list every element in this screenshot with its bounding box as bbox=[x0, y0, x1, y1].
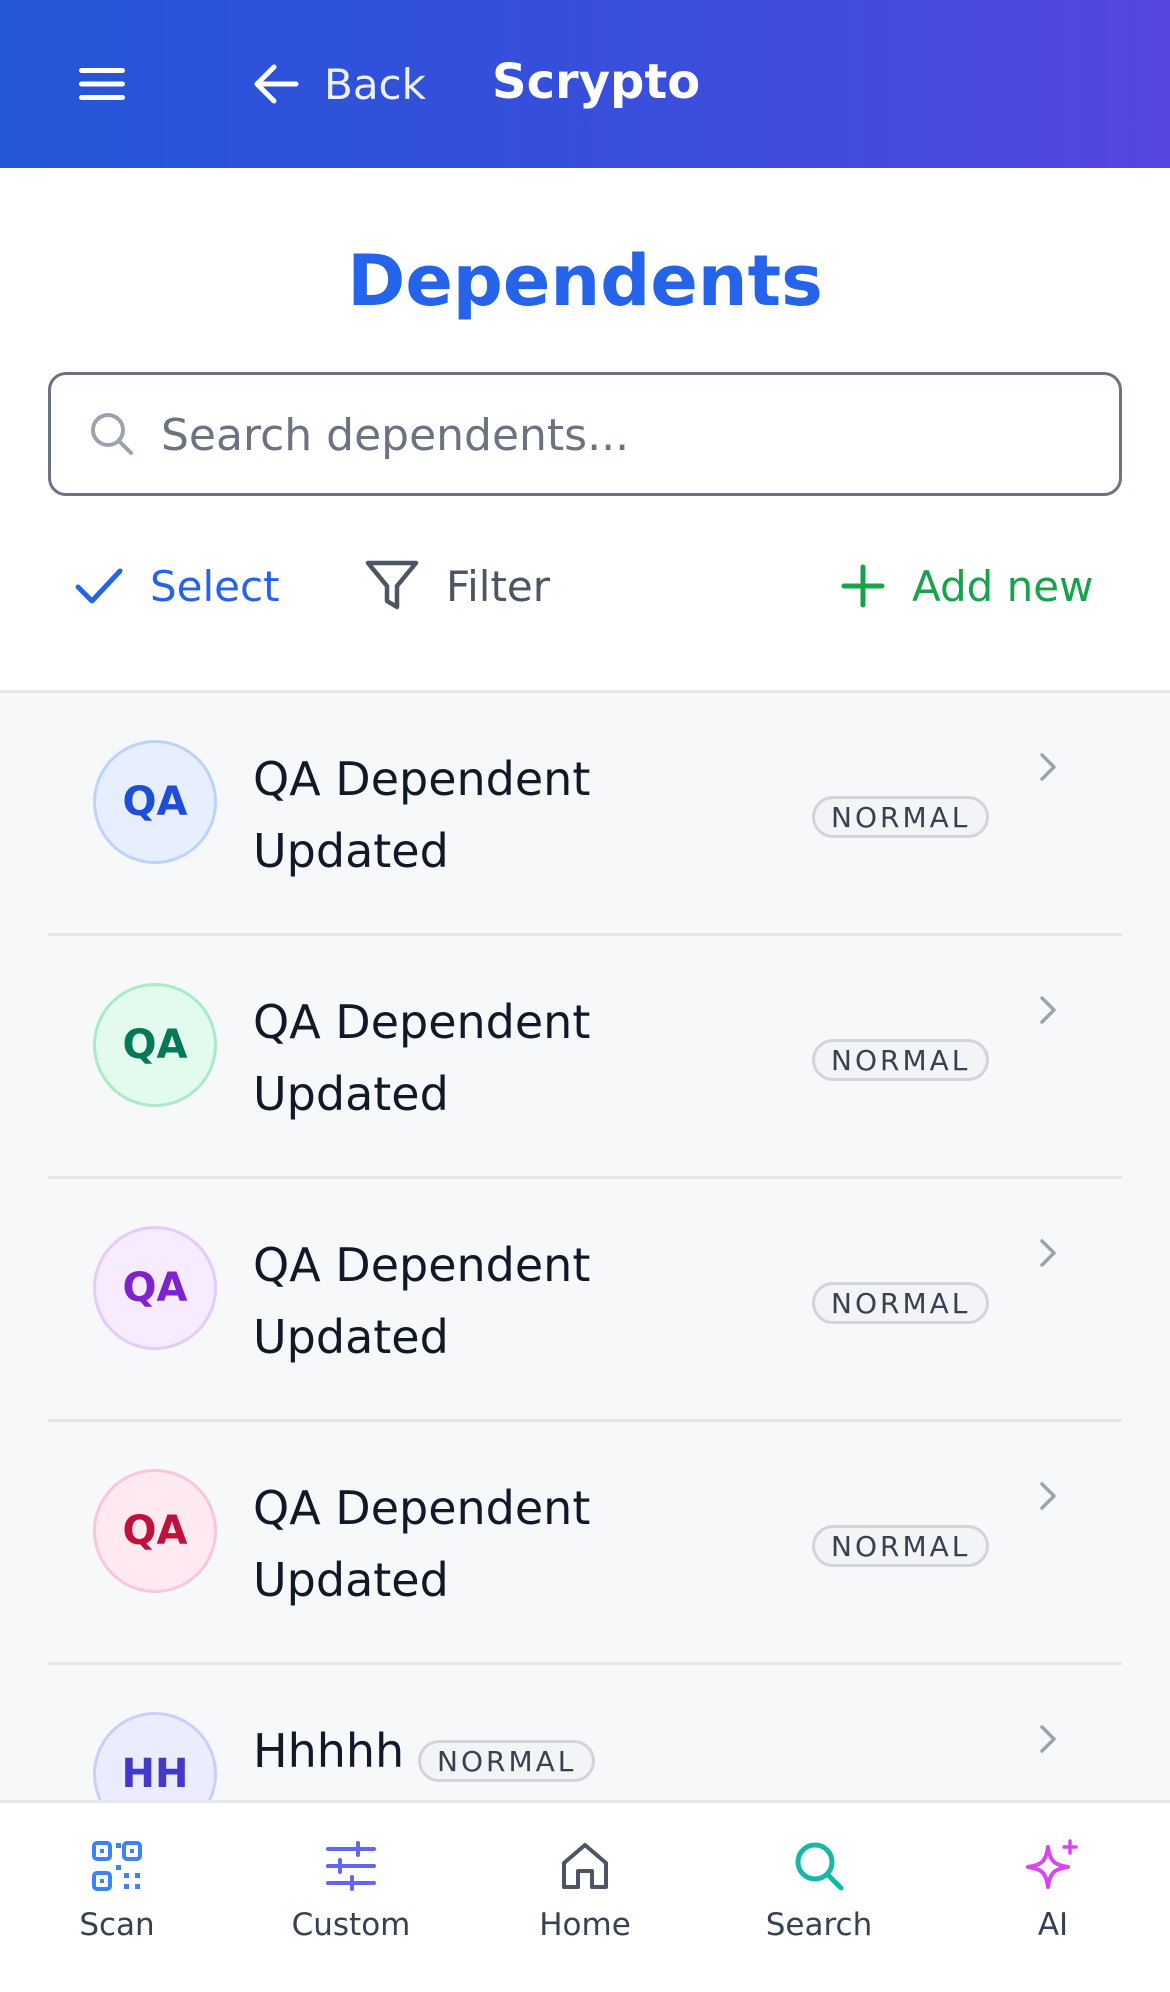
chevron-right-icon bbox=[1040, 996, 1056, 1024]
status-badge: NORMAL bbox=[812, 1039, 990, 1081]
dependent-name: Hhhhh bbox=[253, 1724, 405, 1778]
add-new-label: Add new bbox=[912, 561, 1094, 611]
status-badge: NORMAL bbox=[812, 796, 990, 838]
back-button[interactable]: Back bbox=[252, 50, 426, 118]
add-new-button[interactable]: Add new bbox=[840, 552, 1093, 620]
sparkles-icon bbox=[1026, 1839, 1078, 1889]
status-badge: NORMAL bbox=[812, 1525, 990, 1567]
avatar: QA bbox=[93, 740, 217, 864]
dependent-name: QA Dependent Updated bbox=[253, 995, 591, 1121]
menu-button[interactable] bbox=[70, 56, 134, 112]
list-actions: Select Filter Add new bbox=[0, 552, 1170, 620]
avatar: HH bbox=[93, 1712, 217, 1800]
nav-scan-label: Scan bbox=[79, 1907, 155, 1943]
hamburger-menu-icon bbox=[79, 68, 125, 100]
dependent-row[interactable]: QA QA Dependent Updated NORMAL bbox=[48, 1179, 1122, 1422]
dependent-row[interactable]: QA QA Dependent Updated NORMAL bbox=[48, 1422, 1122, 1665]
status-badge: NORMAL bbox=[418, 1740, 596, 1782]
nav-custom[interactable]: Custom bbox=[234, 1839, 468, 1969]
dependent-name: QA Dependent Updated bbox=[253, 752, 591, 878]
chevron-right-icon bbox=[1040, 1239, 1056, 1267]
search-input[interactable] bbox=[161, 395, 1061, 475]
avatar: QA bbox=[93, 983, 217, 1107]
chevron-right-icon bbox=[1040, 1482, 1056, 1510]
nav-scan[interactable]: Scan bbox=[0, 1839, 234, 1969]
nav-search-label: Search bbox=[765, 1907, 873, 1943]
nav-custom-label: Custom bbox=[291, 1907, 411, 1943]
filter-button[interactable]: Filter bbox=[364, 552, 550, 620]
chevron-right-icon bbox=[1040, 1725, 1056, 1753]
qr-code-icon bbox=[92, 1841, 142, 1891]
chevron-right-icon bbox=[1040, 753, 1056, 781]
search-field[interactable] bbox=[48, 372, 1122, 496]
dependent-name: QA Dependent Updated bbox=[253, 1238, 591, 1364]
nav-ai[interactable]: AI bbox=[936, 1839, 1170, 1969]
status-badge: NORMAL bbox=[812, 1282, 990, 1324]
filter-label: Filter bbox=[446, 561, 551, 611]
nav-search[interactable]: Search bbox=[702, 1839, 936, 1969]
dependents-list: QA QA Dependent Updated NORMAL QA QA Dep… bbox=[0, 690, 1170, 1800]
dependent-row[interactable]: HH Hhhhh NORMAL bbox=[48, 1665, 1122, 1800]
avatar: QA bbox=[93, 1469, 217, 1593]
back-label: Back bbox=[324, 59, 426, 109]
nav-ai-label: AI bbox=[1037, 1907, 1069, 1943]
sliders-icon bbox=[326, 1841, 376, 1891]
page-title: Dependents bbox=[347, 240, 823, 322]
select-button[interactable]: Select bbox=[74, 552, 280, 620]
arrow-left-icon bbox=[254, 64, 299, 104]
search-icon bbox=[795, 1842, 844, 1891]
avatar: QA bbox=[93, 1226, 217, 1350]
plus-icon bbox=[841, 564, 885, 608]
dependent-row[interactable]: QA QA Dependent Updated NORMAL bbox=[48, 936, 1122, 1179]
filter-funnel-icon bbox=[365, 560, 419, 610]
search-icon bbox=[91, 413, 133, 455]
select-label: Select bbox=[150, 561, 280, 611]
dependent-name: QA Dependent Updated bbox=[253, 1481, 591, 1607]
nav-home-label: Home bbox=[539, 1907, 631, 1943]
bottom-navigation: Scan Custom Home Search AI bbox=[0, 1800, 1170, 1992]
check-icon bbox=[75, 568, 123, 604]
top-app-bar: Back Scrypto bbox=[0, 0, 1170, 168]
nav-home[interactable]: Home bbox=[468, 1839, 702, 1969]
home-icon bbox=[562, 1843, 608, 1889]
app-title: Scrypto bbox=[492, 54, 701, 110]
dependent-row[interactable]: QA QA Dependent Updated NORMAL bbox=[48, 693, 1122, 936]
